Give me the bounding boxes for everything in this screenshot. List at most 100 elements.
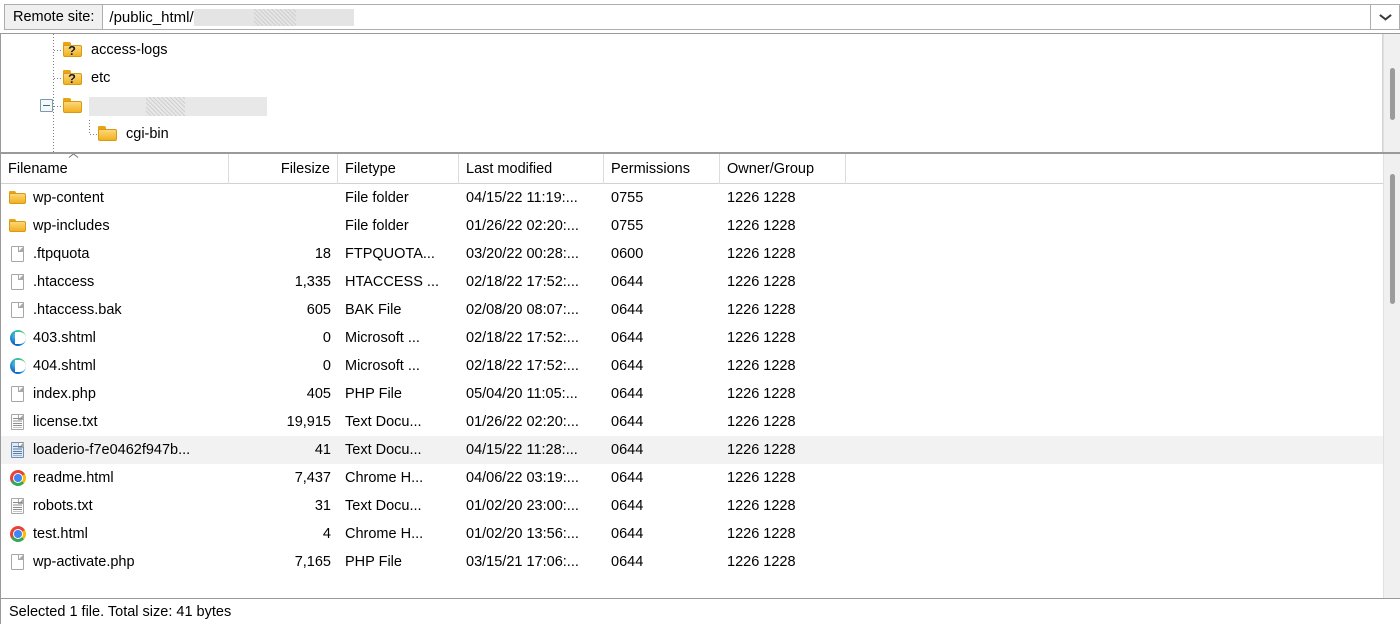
file-name-label: index.php [33, 386, 96, 402]
table-row[interactable]: wp-includes File folder 01/26/22 02:20:...… [1, 212, 1383, 240]
cell-last-modified: 01/26/22 02:20:... [459, 408, 604, 436]
table-row[interactable]: wp-content File folder 04/15/22 11:19:... 0… [1, 184, 1383, 212]
file-type-label: Chrome H... [345, 470, 424, 486]
tree-collapse-button[interactable] [40, 99, 53, 112]
permissions-label: 0644 [611, 526, 644, 542]
table-row[interactable]: loaderio-f7e0462f947b... 41 Text Docu... 04… [1, 436, 1383, 464]
table-row[interactable]: 403.shtml 0 Microsoft ... 02/18/22 17:52:..… [1, 324, 1383, 352]
table-row[interactable]: index.php 405 PHP File 05/04/20 11:05:... 06… [1, 380, 1383, 408]
ftp-client-window: Remote site: /public_html/ ? access-logs [0, 0, 1400, 624]
redacted-path-segment [193, 8, 354, 26]
table-row[interactable]: 404.shtml 0 Microsoft ... 02/18/22 17:52:..… [1, 352, 1383, 380]
file-name-label: test.html [33, 526, 88, 542]
cell-owner-group: 1226 1228 [720, 436, 846, 464]
cell-permissions: 0644 [604, 408, 720, 436]
cell-filesize: 18 [229, 240, 338, 268]
file-type-label: FTPQUOTA... [345, 246, 435, 262]
cell-filetype: File folder [338, 212, 459, 240]
table-row[interactable]: test.html 4 Chrome H... 01/02/20 13:56:... 0… [1, 520, 1383, 548]
file-list-header: Filename Filesize Filetype Last modified… [1, 154, 1383, 184]
file-name-label: wp-includes [33, 218, 110, 234]
cell-owner-group: 1226 1228 [720, 408, 846, 436]
file-list-scrollbar-thumb[interactable] [1390, 174, 1395, 304]
cell-owner-group: 1226 1228 [720, 520, 846, 548]
file-list-panel: Filename Filesize Filetype Last modified… [0, 153, 1400, 598]
last-modified-label: 04/15/22 11:28:... [466, 442, 578, 458]
generic-file-icon [9, 301, 27, 319]
cell-last-modified: 02/08/20 08:07:... [459, 296, 604, 324]
tree-item-access-logs[interactable]: ? access-logs [1, 36, 1382, 64]
owner-group-label: 1226 1228 [727, 246, 796, 262]
file-type-label: PHP File [345, 554, 402, 570]
table-row[interactable]: robots.txt 31 Text Docu... 01/02/20 23:00:.… [1, 492, 1383, 520]
file-type-label: File folder [345, 190, 409, 206]
file-list-vertical-scrollbar[interactable] [1383, 154, 1400, 598]
generic-file-icon [9, 553, 27, 571]
column-header-owner-group[interactable]: Owner/Group [720, 154, 846, 184]
permissions-label: 0644 [611, 386, 644, 402]
file-size-label: 7,165 [294, 554, 331, 570]
tree-item-redacted-domain[interactable] [1, 92, 1382, 120]
table-row[interactable]: .htaccess 1,335 HTACCESS ... 02/18/22 17:52… [1, 268, 1383, 296]
remote-site-dropdown-button[interactable] [1370, 4, 1400, 30]
file-list[interactable]: Filename Filesize Filetype Last modified… [0, 154, 1383, 598]
table-row[interactable]: wp-activate.php 7,165 PHP File 03/15/21 17:… [1, 548, 1383, 576]
folder-unknown-icon: ? [63, 41, 83, 59]
cell-filesize: 405 [229, 380, 338, 408]
tree-item-cgi-bin[interactable]: cgi-bin [1, 120, 1382, 148]
permissions-label: 0644 [611, 358, 644, 374]
tree-scrollbar-thumb[interactable] [1390, 68, 1395, 120]
cell-permissions: 0644 [604, 268, 720, 296]
file-name-label: 404.shtml [33, 358, 96, 374]
cell-filetype: File folder [338, 184, 459, 212]
cell-last-modified: 02/18/22 17:52:... [459, 268, 604, 296]
status-bar-text: Selected 1 file. Total size: 41 bytes [9, 603, 232, 620]
cell-permissions: 0600 [604, 240, 720, 268]
owner-group-label: 1226 1228 [727, 302, 796, 318]
permissions-label: 0600 [611, 246, 644, 262]
cell-filename: wp-activate.php [1, 548, 229, 576]
cell-filename: robots.txt [1, 492, 229, 520]
cell-owner-group: 1226 1228 [720, 240, 846, 268]
tree-vertical-scrollbar[interactable] [1383, 34, 1400, 152]
column-header-last-modified[interactable]: Last modified [459, 154, 604, 184]
file-list-rows[interactable]: wp-content File folder 04/15/22 11:19:... 0… [1, 184, 1383, 598]
directory-tree-panel: ? access-logs ? etc cgi-bin [0, 34, 1400, 153]
column-header-filename[interactable]: Filename [1, 154, 229, 184]
text-document-icon [9, 497, 27, 515]
directory-tree[interactable]: ? access-logs ? etc cgi-bin [0, 34, 1383, 152]
column-header-label: Owner/Group [727, 160, 815, 177]
cell-last-modified: 04/15/22 11:28:... [459, 436, 604, 464]
cell-filesize: 7,437 [229, 464, 338, 492]
text-document-icon [9, 413, 27, 431]
remote-site-input[interactable]: /public_html/ [102, 4, 1370, 30]
owner-group-label: 1226 1228 [727, 218, 796, 234]
permissions-label: 0644 [611, 442, 644, 458]
folder-icon [9, 189, 27, 207]
cell-last-modified: 01/26/22 02:20:... [459, 212, 604, 240]
cell-filename: .htaccess [1, 268, 229, 296]
column-header-label: Filetype [345, 160, 396, 177]
text-document-icon [9, 441, 27, 459]
remote-site-label: Remote site: [4, 4, 103, 30]
file-name-label: 403.shtml [33, 330, 96, 346]
last-modified-label: 03/20/22 00:28:... [466, 246, 579, 262]
last-modified-label: 03/15/21 17:06:... [466, 554, 579, 570]
table-row[interactable]: .ftpquota 18 FTPQUOTA... 03/20/22 00:28:...… [1, 240, 1383, 268]
last-modified-label: 01/26/22 02:20:... [466, 414, 579, 430]
table-row[interactable]: .htaccess.bak 605 BAK File 02/08/20 08:07:.… [1, 296, 1383, 324]
tree-item-etc[interactable]: ? etc [1, 64, 1382, 92]
file-size-label: 19,915 [286, 414, 331, 430]
column-header-filesize[interactable]: Filesize [229, 154, 338, 184]
column-header-filetype[interactable]: Filetype [338, 154, 459, 184]
last-modified-label: 04/06/22 03:19:... [466, 470, 579, 486]
cell-filesize: 19,915 [229, 408, 338, 436]
folder-icon [9, 217, 27, 235]
owner-group-label: 1226 1228 [727, 330, 796, 346]
column-header-permissions[interactable]: Permissions [604, 154, 720, 184]
table-row[interactable]: readme.html 7,437 Chrome H... 04/06/22 03:1… [1, 464, 1383, 492]
table-row[interactable]: license.txt 19,915 Text Docu... 01/26/22 02… [1, 408, 1383, 436]
cell-permissions: 0644 [604, 520, 720, 548]
cell-permissions: 0755 [604, 184, 720, 212]
owner-group-label: 1226 1228 [727, 386, 796, 402]
